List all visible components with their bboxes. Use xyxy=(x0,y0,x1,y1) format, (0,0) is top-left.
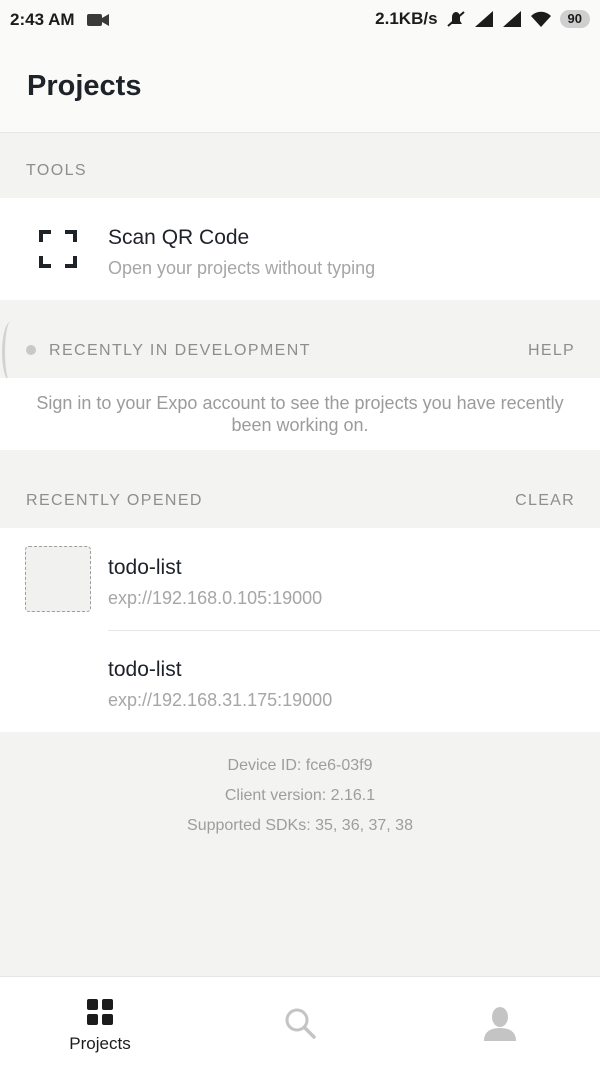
tab-search[interactable] xyxy=(200,977,400,1068)
scan-qr-title: Scan QR Code xyxy=(108,226,250,249)
development-section-label: RECENTLY IN DEVELOPMENT xyxy=(49,342,311,359)
wifi-icon xyxy=(530,11,551,27)
bottom-tab-bar: Projects xyxy=(0,976,600,1068)
project-name: todo-list xyxy=(108,556,182,579)
search-icon xyxy=(285,1008,316,1039)
app-header: Projects xyxy=(0,40,600,133)
device-id: Device ID: fce6-03f9 xyxy=(227,757,373,774)
page-title: Projects xyxy=(27,70,142,102)
project-name: todo-list xyxy=(108,658,182,681)
tab-profile[interactable] xyxy=(400,977,600,1068)
pull-indicator xyxy=(2,322,19,382)
development-card: Sign in to your Expo account to see the … xyxy=(0,378,600,450)
scan-qr-row[interactable]: Scan QR Code Open your projects without … xyxy=(0,198,600,300)
sign-in-message: Sign in to your Expo account to see the … xyxy=(36,393,564,435)
tab-projects-label: Projects xyxy=(69,1034,131,1053)
client-version: Client version: 2.16.1 xyxy=(224,787,376,804)
help-button[interactable]: HELP xyxy=(528,342,575,360)
status-dot xyxy=(26,345,36,355)
battery-icon: 90 xyxy=(559,10,590,28)
signal-icon xyxy=(474,11,493,27)
tools-section-label: TOOLS xyxy=(26,162,87,179)
status-bar: 2:43 AM 2.1KB/s 90 xyxy=(0,0,600,40)
profile-icon xyxy=(484,1007,516,1041)
network-speed: 2.1KB/s xyxy=(375,9,438,28)
qr-scan-icon xyxy=(39,230,77,268)
tab-projects[interactable]: Projects xyxy=(0,977,200,1068)
list-item[interactable]: todo-list exp://192.168.0.105:19000 xyxy=(0,528,600,630)
signal-icon xyxy=(502,11,521,27)
project-url: exp://192.168.31.175:19000 xyxy=(108,690,333,710)
list-item[interactable]: todo-list exp://192.168.31.175:19000 xyxy=(0,631,600,732)
muted-icon xyxy=(446,11,465,27)
clear-button[interactable]: CLEAR xyxy=(515,492,575,510)
project-icon-placeholder xyxy=(25,546,91,612)
projects-grid-icon xyxy=(87,999,113,1025)
scan-qr-subtitle: Open your projects without typing xyxy=(108,258,376,278)
project-url: exp://192.168.0.105:19000 xyxy=(108,588,323,608)
recent-section-label: RECENTLY OPENED xyxy=(26,492,203,509)
status-right: 2.1KB/s 90 xyxy=(375,9,590,29)
recent-projects-card: todo-list exp://192.168.0.105:19000 todo… xyxy=(0,528,600,732)
supported-sdks: Supported SDKs: 35, 36, 37, 38 xyxy=(187,817,413,834)
video-camera-icon xyxy=(87,14,109,26)
status-time: 2:43 AM xyxy=(10,10,75,29)
